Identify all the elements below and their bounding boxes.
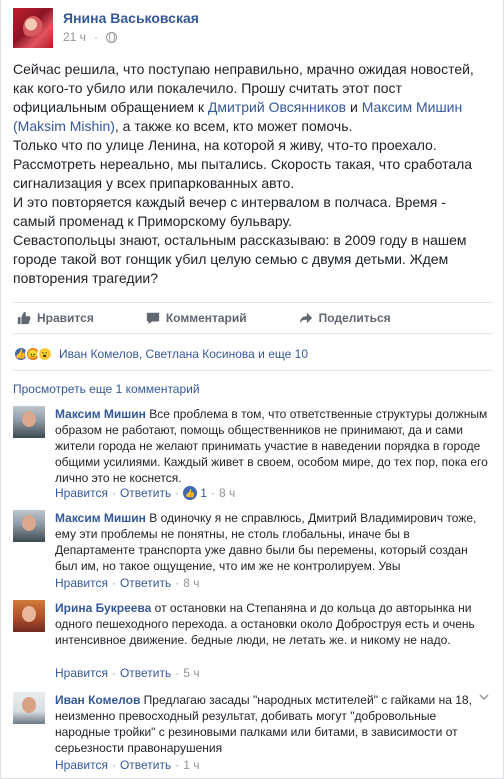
comment-author[interactable]: Ирина Букреева xyxy=(55,601,151,615)
like-label: Нравится xyxy=(37,311,94,325)
comment-icon xyxy=(146,312,159,325)
thumbs-up-icon: 👍 xyxy=(183,486,198,500)
view-more-comments[interactable]: Просмотреть еще 1 комментарий xyxy=(13,382,200,396)
reaction-names[interactable]: Иван Комелов, Светлана Косинова и еще 10 xyxy=(59,347,308,361)
dot: · xyxy=(111,758,116,772)
comment-like-link[interactable]: Нравится xyxy=(55,576,108,590)
comment-time[interactable]: 5 ч xyxy=(183,666,199,680)
post-header: Янина Васьковская 21 ч · xyxy=(13,8,493,48)
comment-reply-link[interactable]: Ответить xyxy=(120,758,171,772)
meta-separator: · xyxy=(93,30,98,44)
comment-time[interactable]: 1 ч xyxy=(183,758,199,772)
avatar[interactable] xyxy=(13,692,45,724)
share-button[interactable]: Поделиться xyxy=(299,311,391,325)
dot: · xyxy=(175,666,180,680)
dot: · xyxy=(175,576,180,590)
comment-body: Максим Мишин В одиночку я не справлюсь, … xyxy=(55,510,491,574)
dot: · xyxy=(111,486,116,500)
comment-author[interactable]: Максим Мишин xyxy=(55,511,146,525)
comment-author[interactable]: Максим Мишин xyxy=(55,407,146,421)
post-paragraph-2: Только что по улице Ленина, на которой я… xyxy=(13,137,473,191)
comment-button[interactable]: Комментарий xyxy=(146,311,247,325)
comment-footer: Нравится · Ответить · 1 ч xyxy=(55,758,200,772)
comment-time[interactable]: 8 ч xyxy=(219,486,235,500)
comment-time[interactable]: 8 ч xyxy=(183,576,199,590)
comment-reply-link[interactable]: Ответить xyxy=(120,486,171,500)
dot: · xyxy=(210,486,215,500)
comment-body: Ирина Букреева от остановки на Степаняна… xyxy=(55,600,491,648)
comment-author[interactable]: Иван Комелов xyxy=(55,693,140,707)
comment-body: Иван Комелов Предлагаю засады "народных … xyxy=(55,692,491,756)
thumbs-up-icon xyxy=(17,311,31,325)
avatar[interactable] xyxy=(13,600,45,632)
dot: · xyxy=(175,758,180,772)
comment-footer: Нравится · Ответить · 👍 1 · 8 ч xyxy=(55,486,235,500)
comment-reply-link[interactable]: Ответить xyxy=(120,666,171,680)
post-meta: 21 ч · xyxy=(63,30,117,44)
author-avatar[interactable] xyxy=(13,8,53,48)
post-paragraph-4: Севастопольцы знают, остальным рассказыв… xyxy=(13,232,467,286)
post-time[interactable]: 21 ч xyxy=(63,30,86,44)
share-icon xyxy=(299,312,312,324)
facebook-post: Янина Васьковская 21 ч · Сейчас решила, … xyxy=(0,0,504,779)
comment-footer: Нравится · Ответить · 8 ч xyxy=(55,576,200,590)
post-text: Сейчас решила, что поступаю неправильно,… xyxy=(13,60,489,288)
comment-like-link[interactable]: Нравится xyxy=(55,486,108,500)
author-name[interactable]: Янина Васьковская xyxy=(63,10,199,26)
comment-reply-link[interactable]: Ответить xyxy=(120,576,171,590)
post-text-part: , а также ко всем, кто может помочь. xyxy=(114,118,353,134)
chevron-down-icon[interactable] xyxy=(479,692,489,702)
post-paragraph-3: И это повторяется каждый вечер с интерва… xyxy=(13,194,446,229)
share-label: Поделиться xyxy=(318,311,391,325)
wow-reaction-icon: 😮 xyxy=(37,346,53,362)
comment-like-link[interactable]: Нравится xyxy=(55,666,108,680)
comment-like-count[interactable]: 1 xyxy=(200,486,207,500)
like-button[interactable]: Нравится xyxy=(17,311,94,325)
mention-dmitriy[interactable]: Дмитрий Овсянников xyxy=(208,99,346,115)
comment-label: Комментарий xyxy=(165,311,247,325)
globe-icon[interactable] xyxy=(105,31,117,43)
dot: · xyxy=(175,486,180,500)
post-text-part: и xyxy=(346,99,362,115)
avatar[interactable] xyxy=(13,510,45,542)
avatar[interactable] xyxy=(13,406,45,438)
post-actions: Нравится Комментарий Поделиться xyxy=(13,302,493,334)
comment-body: Максим Мишин Все проблема в том, что отв… xyxy=(55,406,491,486)
dot: · xyxy=(111,666,116,680)
comment-footer: Нравится · Ответить · 5 ч xyxy=(55,666,200,680)
divider xyxy=(13,370,493,371)
reactions-summary[interactable]: 👍 😠 😮 Иван Комелов, Светлана Косинова и … xyxy=(13,344,308,364)
post-paragraph-1: Сейчас решила, что поступаю неправильно,… xyxy=(13,60,489,136)
comment-like-link[interactable]: Нравится xyxy=(55,758,108,772)
dot: · xyxy=(111,576,116,590)
